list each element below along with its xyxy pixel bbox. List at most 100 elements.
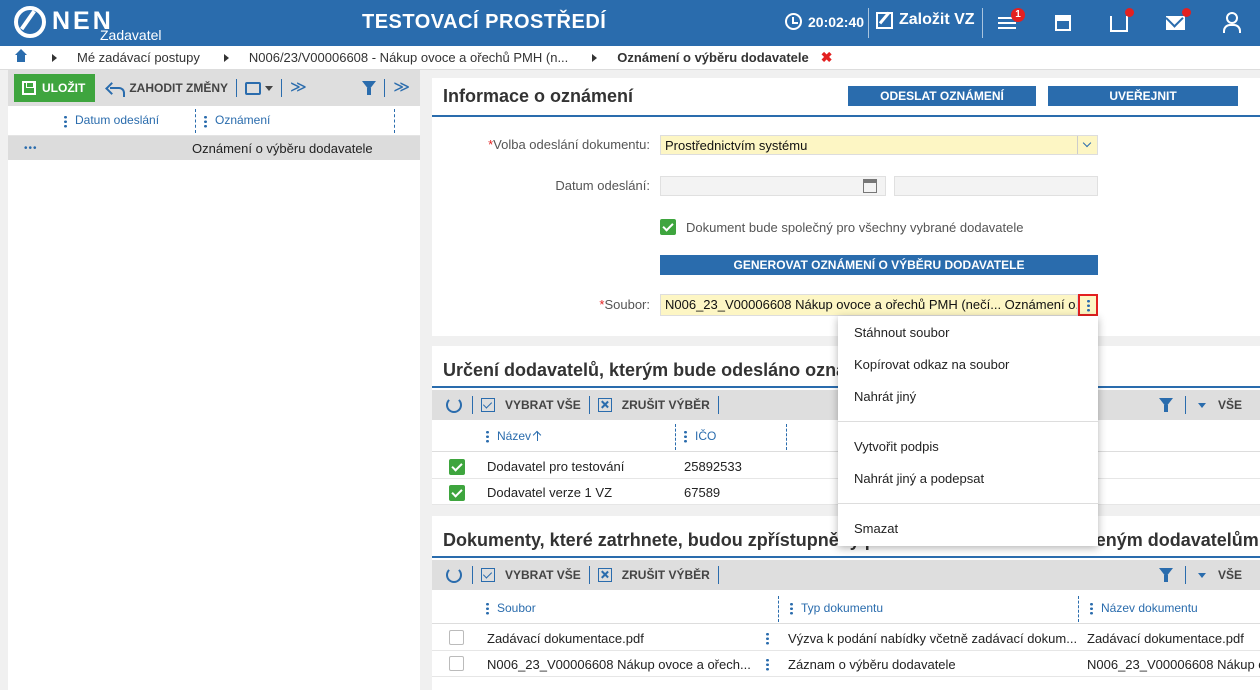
edit-icon — [876, 11, 893, 29]
calculator-icon[interactable] — [1052, 12, 1074, 34]
publish-button[interactable]: UVEŘEJNIT — [1048, 86, 1238, 106]
save-button[interactable]: ULOŽIT — [14, 74, 96, 102]
toolbar-divider — [588, 396, 590, 414]
file-actions-button[interactable] — [1078, 294, 1098, 316]
left-grid-header: Datum odeslání Oznámení — [8, 106, 420, 136]
breadcrumb-item-my-procedures[interactable]: Mé zadávací postupy — [77, 50, 200, 65]
section-underline — [432, 115, 1260, 117]
discard-changes-button[interactable]: ZAHODIT ZMĚNY — [129, 81, 228, 95]
menu-item-delete[interactable]: Smazat — [854, 521, 898, 536]
mail-icon[interactable] — [1165, 8, 1191, 34]
column-menu-icon[interactable] — [204, 114, 207, 128]
unselect-button[interactable]: ZRUŠIT VÝBĚR — [622, 398, 710, 412]
doc-type: Výzva k podání nabídky včetně zadávací d… — [788, 631, 1078, 646]
user-icon[interactable] — [1222, 12, 1244, 34]
breadcrumb-item-current: Oznámení o výběru dodavatele — [617, 50, 809, 65]
column-ico[interactable]: IČO — [684, 420, 716, 452]
supplier-name: Dodavatel verze 1 VZ — [487, 485, 613, 500]
column-menu-icon — [684, 429, 687, 443]
row-menu-icon[interactable]: ••• — [24, 143, 192, 154]
row-checkbox[interactable] — [449, 656, 464, 671]
column-file[interactable]: Soubor — [486, 592, 536, 624]
filter-icon[interactable] — [1158, 567, 1173, 583]
select-all-icon — [481, 568, 495, 582]
supplier-ico: 67589 — [684, 485, 721, 500]
row-checkbox[interactable] — [449, 630, 464, 645]
select-all-button[interactable]: VYBRAT VŠE — [505, 398, 581, 412]
file-context-menu: Stáhnout soubor Kopírovat odkaz na soubo… — [838, 316, 1098, 546]
refresh-icon[interactable] — [446, 397, 462, 413]
nen-logo[interactable]: NEN — [14, 6, 114, 38]
session-clock: 20:02:40 — [785, 13, 864, 30]
inbox-icon[interactable] — [1108, 8, 1134, 34]
home-icon[interactable] — [14, 48, 28, 64]
filter-icon[interactable] — [1158, 397, 1173, 413]
toolbar-divider — [1184, 566, 1186, 584]
section-title-info: Informace o oznámení — [443, 86, 634, 106]
expand-panel-icon[interactable]: ≫ — [393, 80, 410, 96]
menu-divider — [838, 503, 1098, 504]
row-checkbox[interactable] — [449, 485, 465, 501]
column-doc-name[interactable]: Název dokumentu — [1090, 592, 1198, 624]
menu-item-upload-other[interactable]: Nahrát jiný — [854, 389, 916, 404]
save-icon — [22, 81, 36, 95]
inbox-alert-dot — [1125, 8, 1134, 17]
clock-time: 20:02:40 — [808, 13, 865, 30]
breadcrumb-item-procedure[interactable]: N006/23/V00006608 - Nákup ovoce a ořechů… — [249, 50, 568, 65]
filter-icon[interactable] — [362, 80, 377, 96]
table-row[interactable]: N006_23_V00006608 Nákup ovoce a ořech...… — [432, 652, 1260, 677]
undo-icon[interactable] — [107, 82, 126, 97]
menu-item-create-signature[interactable]: Vytvořit podpis — [854, 439, 939, 454]
row-checkbox[interactable] — [449, 459, 465, 475]
table-row[interactable]: Zadávací dokumentace.pdf Výzva k podání … — [432, 626, 1260, 651]
doc-file: Zadávací dokumentace.pdf — [487, 631, 644, 646]
environment-title: TESTOVACÍ PROSTŘEDÍ — [362, 11, 607, 33]
column-date-sent[interactable]: Datum odeslání — [64, 113, 195, 128]
column-notice[interactable]: Oznámení — [196, 113, 394, 128]
double-chevron-right-icon[interactable]: ≫ — [290, 80, 307, 96]
row-menu-icon[interactable] — [766, 658, 769, 671]
create-vz-button[interactable]: Založit VZ — [876, 11, 975, 29]
chevron-down-icon[interactable] — [1197, 402, 1206, 408]
unselect-button[interactable]: ZRUŠIT VÝBĚR — [622, 568, 710, 582]
column-separator — [394, 108, 395, 133]
column-menu-icon[interactable] — [64, 114, 67, 128]
chevron-down-icon[interactable] — [265, 85, 273, 91]
row-menu-icon[interactable] — [766, 632, 769, 645]
toolbar-divider — [472, 566, 473, 584]
column-doc-type[interactable]: Typ dokumentu — [790, 592, 883, 624]
generate-notice-button[interactable]: GENEROVAT OZNÁMENÍ O VÝBĚRU DODAVATELE — [660, 255, 1098, 275]
close-tab-icon[interactable]: ✖ — [821, 49, 833, 66]
toolbar-divider — [384, 79, 386, 97]
menu-item-copy-link[interactable]: Kopírovat odkaz na soubor — [854, 357, 1009, 372]
top-header: NEN Zadavatel TESTOVACÍ PROSTŘEDÍ 20:02:… — [0, 0, 1260, 46]
send-option-select[interactable]: Prostřednictvím systému — [660, 135, 1098, 155]
menu-item-download[interactable]: Stáhnout soubor — [854, 325, 949, 340]
table-row[interactable]: ••• Oznámení o výběru dodavatele — [8, 136, 420, 160]
section-underline — [432, 556, 1260, 558]
select-all-button[interactable]: VYBRAT VŠE — [505, 568, 581, 582]
send-notice-button[interactable]: ODESLAT OZNÁMENÍ — [848, 86, 1036, 106]
column-name[interactable]: Název — [486, 420, 539, 452]
documents-grid-header: Soubor Typ dokumentu Název dokumentu — [432, 592, 1260, 624]
breadcrumb: Mé zadávací postupy N006/23/V00006608 - … — [0, 46, 1260, 70]
mail-alert-dot — [1182, 8, 1191, 17]
chevron-down-icon[interactable] — [1077, 136, 1097, 154]
file-field[interactable]: N006_23_V00006608 Nákup ovoce a ořechů P… — [660, 294, 1078, 316]
all-dropdown[interactable]: VŠE — [1218, 398, 1242, 412]
refresh-icon[interactable] — [446, 567, 462, 583]
select-all-icon — [481, 398, 495, 412]
menu-icon[interactable]: 1 — [998, 8, 1025, 36]
chevron-down-icon[interactable] — [1197, 572, 1206, 578]
time-sent-input — [894, 176, 1098, 196]
breadcrumb-arrow-icon — [592, 53, 598, 62]
column-menu-icon — [1090, 601, 1093, 615]
menu-item-upload-and-sign[interactable]: Nahrát jiný a podepsat — [854, 471, 984, 486]
sort-ascending-icon — [537, 431, 539, 441]
toolbar-divider — [717, 396, 719, 414]
all-dropdown[interactable]: VŠE — [1218, 568, 1242, 582]
unselect-icon — [597, 398, 612, 412]
shared-doc-checkbox[interactable] — [660, 219, 676, 235]
print-icon[interactable] — [245, 81, 261, 95]
header-divider — [868, 8, 869, 38]
